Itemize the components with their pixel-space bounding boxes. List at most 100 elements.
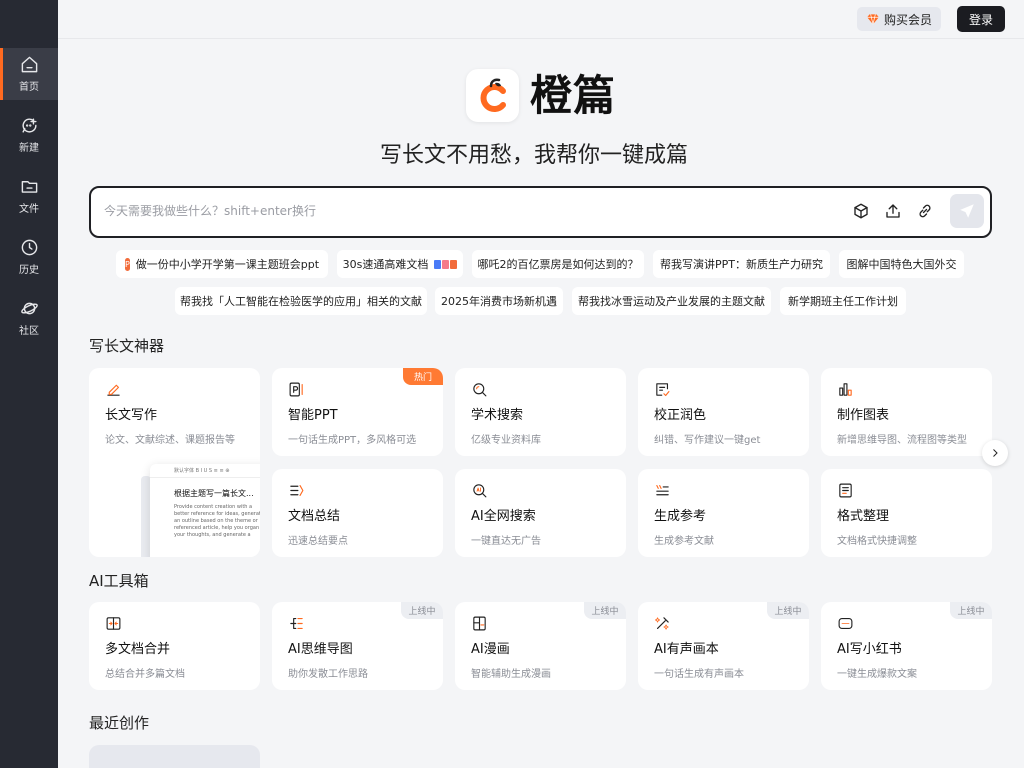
card-title: 生成参考 <box>654 509 707 524</box>
card-smart-ppt[interactable]: 热门 智能PPT 一句话生成PPT，多风格可选 <box>272 368 443 456</box>
suggestion-chip[interactable]: 新学期班主任工作计划 <box>780 287 906 315</box>
hot-badge: 热门 <box>403 368 443 385</box>
card-make-chart[interactable]: 制作图表 新增思维导图、流程图等类型 <box>821 368 992 456</box>
suggestion-text: 2025年消费市场新机遇 <box>441 295 557 308</box>
card-title: AI全网搜索 <box>471 509 536 524</box>
card-title: 文档总结 <box>288 509 341 524</box>
card-desc: 论文、文献综述、课题报告等 <box>105 435 235 446</box>
sidebar-item-label: 首页 <box>19 82 39 93</box>
card-ai-xiaohongshu[interactable]: 上线中 AI写小红书 一键生成爆款文案 <box>821 602 992 690</box>
sidebar-item-label: 社区 <box>19 326 39 337</box>
pen-icon <box>105 381 123 399</box>
buy-vip-label: 购买会员 <box>883 12 932 27</box>
card-desc: 总结合并多篇文档 <box>105 669 185 680</box>
new-chat-icon <box>21 118 37 133</box>
card-desc: 一键直达无广告 <box>471 536 541 547</box>
brand-logo <box>466 69 519 122</box>
send-icon <box>960 204 974 218</box>
preview-body: Provide content creation with a better r… <box>174 504 260 538</box>
card-format-tidy[interactable]: 格式整理 文档格式快捷调整 <box>821 469 992 557</box>
sidebar-item-history[interactable]: 历史 <box>0 231 58 283</box>
card-ai-web-search[interactable]: AI全网搜索 一键直达无广告 <box>455 469 626 557</box>
card-title: 制作图表 <box>837 408 890 423</box>
section-title-writing: 写长文神器 <box>89 337 165 355</box>
suggestion-chip[interactable]: P 做一份中小学开学第一课主题班会ppt <box>116 250 328 278</box>
proofread-icon <box>654 381 672 399</box>
coming-soon-badge: 上线中 <box>584 602 626 619</box>
model-cube-button[interactable] <box>852 202 872 222</box>
suggestion-text: 帮我找冰雪运动及产业发展的主题文献 <box>578 295 765 308</box>
suggestion-text: 图解中国特色大国外交 <box>846 258 957 271</box>
buy-vip-button[interactable]: 购买会员 <box>857 7 941 31</box>
card-ai-mindmap[interactable]: 上线中 AI思维导图 助你发散工作思路 <box>272 602 443 690</box>
card-desc: 助你发散工作思路 <box>288 669 368 680</box>
recent-creation-card[interactable] <box>89 745 260 768</box>
card-desc: 生成参考文献 <box>654 536 714 547</box>
folder-icon <box>21 181 37 193</box>
suggestion-chip[interactable]: 帮我写演讲PPT：新质生产力研究 <box>653 250 830 278</box>
card-desc: 一句话生成PPT，多风格可选 <box>288 435 417 446</box>
sidebar-item-community[interactable]: 社区 <box>0 292 58 344</box>
upload-button[interactable] <box>884 202 904 222</box>
format-icon <box>837 482 855 500</box>
card-desc: 新增思维导图、流程图等类型 <box>837 435 967 446</box>
doc-preview: 默认字体 B I U S ≡ ≡ ⊕ 根据主题写一篇长文... Provide … <box>150 464 260 557</box>
prompt-input[interactable] <box>104 200 704 222</box>
preview-heading: 根据主题写一篇长文... <box>174 489 254 498</box>
ppt-icon <box>288 381 306 399</box>
sidebar-item-home[interactable]: 首页 <box>0 48 58 100</box>
top-bar: 购买会员 登录 <box>58 0 1024 39</box>
clock-icon <box>21 239 37 256</box>
suggestion-text: 哪吒2的百亿票房是如何达到的？ <box>477 258 639 271</box>
search-icon <box>471 381 489 399</box>
section-title-toolbox: AI工具箱 <box>89 572 149 590</box>
suggestion-chip[interactable]: 2025年消费市场新机遇 <box>435 287 563 315</box>
card-title: 长文写作 <box>105 408 158 423</box>
suggestion-chip[interactable]: 帮我找冰雪运动及产业发展的主题文献 <box>572 287 771 315</box>
card-generate-reference[interactable]: 生成参考 生成参考文献 <box>638 469 809 557</box>
chart-icon <box>837 381 855 399</box>
login-button[interactable]: 登录 <box>957 6 1005 32</box>
sidebar-item-files[interactable]: 文件 <box>0 170 58 222</box>
card-desc: 文档格式快捷调整 <box>837 536 917 547</box>
card-academic-search[interactable]: 学术搜索 亿级专业资料库 <box>455 368 626 456</box>
preview-toolbar: 默认字体 B I U S ≡ ≡ ⊕ <box>150 464 260 478</box>
card-title: AI思维导图 <box>288 642 353 657</box>
suggestion-text: 帮我找「人工智能在检验医学的应用」相关的文献 <box>180 295 422 308</box>
card-title: AI有声画本 <box>654 642 719 657</box>
card-proofread[interactable]: 校正润色 纠错、写作建议一键get <box>638 368 809 456</box>
link-button[interactable] <box>916 202 936 222</box>
brand-name: 橙篇 <box>530 71 617 120</box>
suggestion-chip[interactable]: 30s速通高难文档 <box>337 250 463 278</box>
suggestion-chip[interactable]: 图解中国特色大国外交 <box>839 250 964 278</box>
ppt-badge-icon: P <box>124 257 130 271</box>
card-merge-docs[interactable]: 多文档合并 总结合并多篇文档 <box>89 602 260 690</box>
send-button[interactable] <box>950 194 984 228</box>
card-title: 智能PPT <box>288 408 338 423</box>
card-long-writing[interactable]: 长文写作 论文、文献综述、课题报告等 默认字体 B I U S ≡ ≡ ⊕ 根据… <box>89 368 260 557</box>
sidebar-item-label: 历史 <box>19 265 39 276</box>
card-title: 多文档合并 <box>105 642 171 657</box>
suggestion-chip[interactable]: 哪吒2的百亿票房是如何达到的？ <box>472 250 644 278</box>
card-desc: 迅速总结要点 <box>288 536 348 547</box>
quote-icon <box>654 482 672 500</box>
card-desc: 智能辅助生成漫画 <box>471 669 551 680</box>
card-ai-comic[interactable]: 上线中 AI漫画 智能辅助生成漫画 <box>455 602 626 690</box>
audio-book-icon <box>654 615 672 633</box>
diamond-icon <box>867 14 879 25</box>
card-desc: 亿级专业资料库 <box>471 435 541 446</box>
upload-icon <box>886 204 900 218</box>
card-title: 校正润色 <box>654 408 707 423</box>
carousel-next-button[interactable] <box>982 440 1008 466</box>
card-title: AI漫画 <box>471 642 510 657</box>
suggestion-text: 30s速通高难文档 <box>342 258 429 271</box>
mindmap-icon <box>288 615 306 633</box>
card-ai-audio-book[interactable]: 上线中 AI有声画本 一句话生成有声画本 <box>638 602 809 690</box>
suggestion-text: 做一份中小学开学第一课主题班会ppt <box>135 258 320 271</box>
card-doc-summary[interactable]: 文档总结 迅速总结要点 <box>272 469 443 557</box>
suggestion-text: 新学期班主任工作计划 <box>788 295 898 308</box>
file-types-icon <box>433 259 458 269</box>
suggestion-chip[interactable]: 帮我找「人工智能在检验医学的应用」相关的文献 <box>175 287 427 315</box>
home-icon <box>21 56 37 73</box>
card-title: 格式整理 <box>837 509 890 524</box>
